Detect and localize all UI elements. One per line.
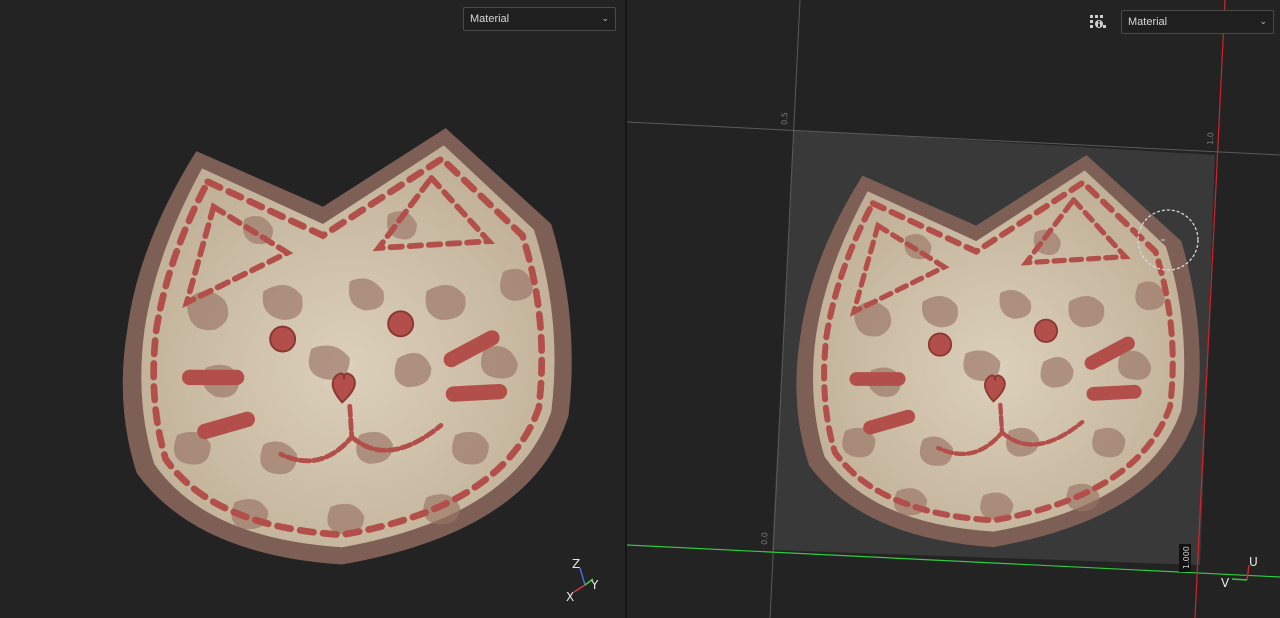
- viewport-3d-canvas[interactable]: Z Y X: [0, 0, 625, 618]
- gizmo-y-label: Y: [590, 578, 599, 592]
- shading-mode-select-3d[interactable]: Material ⌄: [463, 7, 616, 31]
- shading-mode-value: Material: [470, 13, 510, 25]
- shading-mode-select-uv[interactable]: Material ⌄: [1121, 10, 1274, 34]
- gizmo-x-label: X: [566, 590, 574, 604]
- shading-mode-value-uv: Material: [1128, 16, 1168, 28]
- uv-gizmo: U V: [1221, 555, 1258, 590]
- ruler-label-bottom-right: 1.000: [1182, 546, 1191, 569]
- ruler-label-top-right: 1.0: [1206, 132, 1215, 145]
- viewport-3d[interactable]: Z Y X Material ⌄: [0, 0, 625, 618]
- orientation-gizmo-3d: Z Y X: [566, 557, 599, 604]
- chevron-down-icon: ⌄: [601, 14, 609, 24]
- gizmo-v-label: V: [1221, 576, 1230, 590]
- uv-tool-icon[interactable]: [1088, 12, 1108, 32]
- chevron-down-icon: ⌄: [1259, 17, 1267, 27]
- gizmo-u-label: U: [1249, 555, 1258, 569]
- ruler-label-top-left: 0.5: [780, 112, 789, 125]
- viewport-uv[interactable]: 0.5 1.0 0.0 1.000 U V Material ⌄: [627, 0, 1280, 618]
- gizmo-z-label: Z: [572, 557, 580, 571]
- cat-patch-3d[interactable]: [123, 128, 572, 564]
- ruler-label-bottom-left: 0.0: [760, 532, 769, 545]
- cat-patch-uv[interactable]: [796, 155, 1199, 547]
- viewport-uv-canvas[interactable]: 0.5 1.0 0.0 1.000 U V: [627, 0, 1280, 618]
